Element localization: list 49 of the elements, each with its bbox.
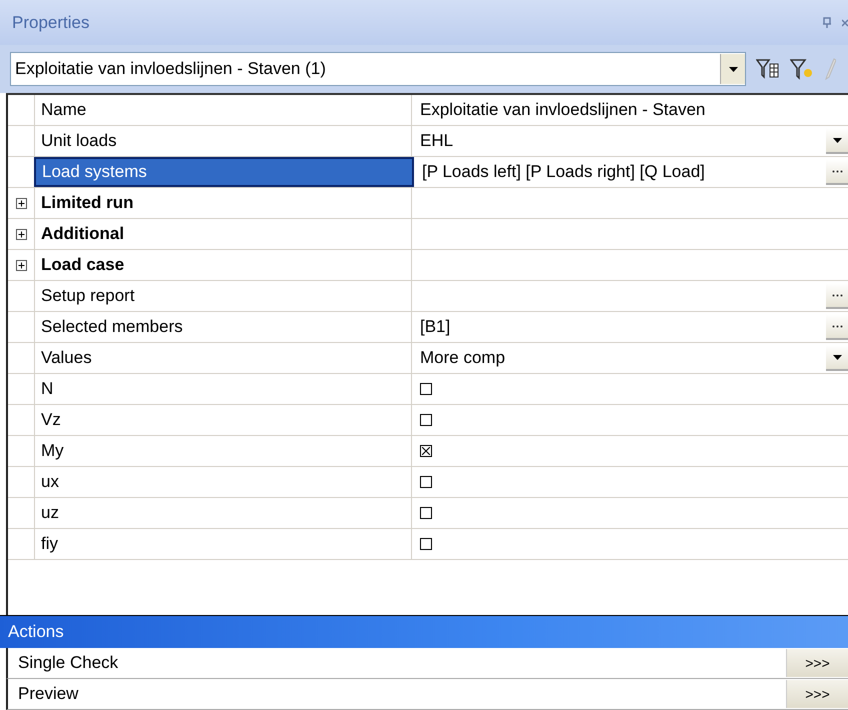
property-name[interactable]: Vz [34,405,412,435]
filter-table-icon[interactable] [756,58,780,80]
category-label[interactable]: Load case [34,250,412,280]
property-name[interactable]: Setup report [34,281,412,311]
ellipsis-icon [832,294,842,296]
panel-title: Properties [12,12,90,32]
object-dropdown[interactable]: Exploitatie van invloedslijnen - Staven (1) [10,52,746,86]
expand-icon[interactable] [16,260,26,270]
property-value: EHL [419,131,454,151]
caret-icon [728,66,738,72]
run-action-button[interactable]: >>> [786,649,848,677]
expand-icon[interactable] [16,198,26,208]
actions-title: Actions [8,622,64,642]
category-label[interactable]: Additional [34,219,412,249]
property-name[interactable]: Name [34,95,412,125]
property-name[interactable]: ux [34,467,412,497]
dropdown-button[interactable] [826,128,848,154]
caret-icon [832,138,842,142]
property-value: [P Loads left] [P Loads right] [Q Load] [421,162,706,182]
category-label[interactable]: Limited run [34,188,412,218]
expand-icon[interactable] [16,228,26,240]
action-label: Single Check [17,653,120,673]
property-name[interactable]: Unit loads [34,126,412,156]
filter-star-icon[interactable] [790,58,814,80]
property-name[interactable]: uz [34,498,412,528]
caret-icon [832,354,842,360]
pin-icon[interactable] [822,16,832,28]
checkbox[interactable] [420,538,432,550]
checkbox[interactable] [420,383,432,395]
property-value: [B1] [419,317,452,337]
run-action-button[interactable]: >>> [786,680,848,708]
property-name[interactable]: fiy [34,529,412,559]
close-icon[interactable] [842,16,848,28]
property-name[interactable]: My [34,436,412,466]
ellipsis-icon [832,170,842,172]
dropdown-button[interactable] [826,345,848,371]
cross-icon [422,447,430,455]
checkbox[interactable] [420,507,432,519]
property-name[interactable]: Load systems [34,157,414,187]
property-name[interactable]: N [34,374,412,404]
action-label: Preview [17,684,80,704]
checkbox[interactable] [420,445,432,457]
checkbox[interactable] [420,414,432,426]
property-name[interactable]: Values [34,343,412,373]
property-value: More comp [419,348,506,368]
checkbox[interactable] [420,476,432,488]
ellipsis-icon [832,324,842,328]
property-value: Exploitatie van invloedslijnen - Staven [419,100,706,120]
property-name[interactable]: Selected members [34,312,412,342]
